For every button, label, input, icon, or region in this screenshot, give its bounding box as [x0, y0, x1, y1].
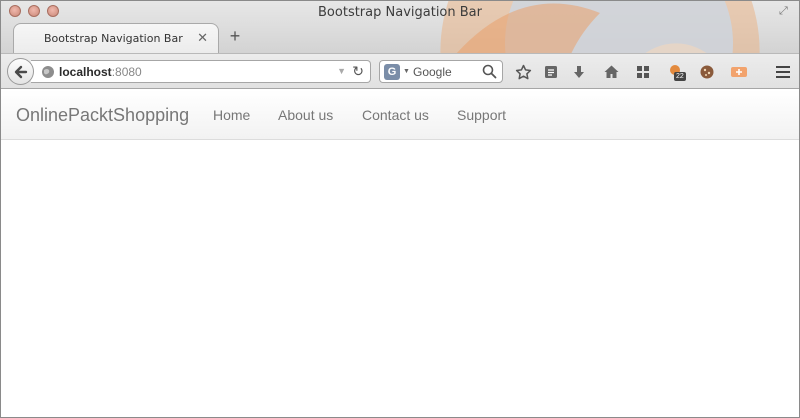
navbar-brand[interactable]: OnlinePacktShopping — [16, 105, 189, 126]
home-icon[interactable] — [601, 62, 621, 82]
navigation-toolbar: localhost:8080 ▼ ↻ G ▼ Google 22 — [1, 53, 799, 89]
url-text: localhost:8080 — [59, 65, 142, 79]
tab-close-icon[interactable]: ✕ — [197, 30, 208, 46]
tab-bootstrap-navigation-bar[interactable]: Bootstrap Navigation Bar ✕ — [13, 23, 219, 53]
title-bar: Bootstrap Navigation Bar ⤢ Bootstrap Nav… — [1, 1, 799, 53]
bookmark-star-icon[interactable] — [513, 62, 533, 82]
search-input[interactable]: Google — [413, 65, 452, 79]
download-icon[interactable] — [569, 62, 589, 82]
nav-link-home[interactable]: Home — [213, 107, 250, 123]
extension-icon[interactable] — [729, 62, 749, 82]
reading-list-icon[interactable] — [541, 62, 561, 82]
url-port: :8080 — [111, 65, 142, 79]
back-button[interactable] — [7, 58, 34, 85]
grid-icon[interactable] — [633, 62, 653, 82]
nav-link-contact-us[interactable]: Contact us — [362, 107, 429, 123]
nav-link-support[interactable]: Support — [457, 107, 506, 123]
search-bar[interactable]: G ▼ Google — [379, 60, 503, 83]
tab-label: Bootstrap Navigation Bar — [44, 32, 183, 45]
menu-icon[interactable] — [773, 62, 793, 82]
window-title: Bootstrap Navigation Bar — [318, 5, 482, 20]
url-bar[interactable]: localhost:8080 ▼ ↻ — [31, 60, 371, 83]
new-tab-button[interactable]: + — [227, 26, 243, 46]
fullscreen-icon[interactable]: ⤢ — [779, 5, 791, 17]
reload-icon[interactable]: ↻ — [352, 63, 364, 80]
url-history-dropdown-icon[interactable]: ▼ — [337, 66, 346, 76]
engine-dropdown-icon[interactable]: ▼ — [403, 68, 410, 75]
nav-link-about-us[interactable]: About us — [278, 107, 333, 123]
url-host: localhost — [59, 65, 112, 79]
back-icon — [14, 65, 27, 78]
calendar-icon[interactable]: 22 — [667, 62, 687, 82]
cookie-icon[interactable] — [697, 62, 717, 82]
search-icon[interactable] — [482, 64, 497, 79]
browser-window: Bootstrap Navigation Bar ⤢ Bootstrap Nav… — [0, 0, 800, 418]
google-engine-icon[interactable]: G — [384, 64, 400, 80]
page-body — [1, 141, 799, 417]
calendar-badge: 22 — [674, 72, 686, 81]
site-navbar: OnlinePacktShopping Home About us Contac… — [1, 90, 799, 140]
globe-icon — [42, 66, 54, 78]
